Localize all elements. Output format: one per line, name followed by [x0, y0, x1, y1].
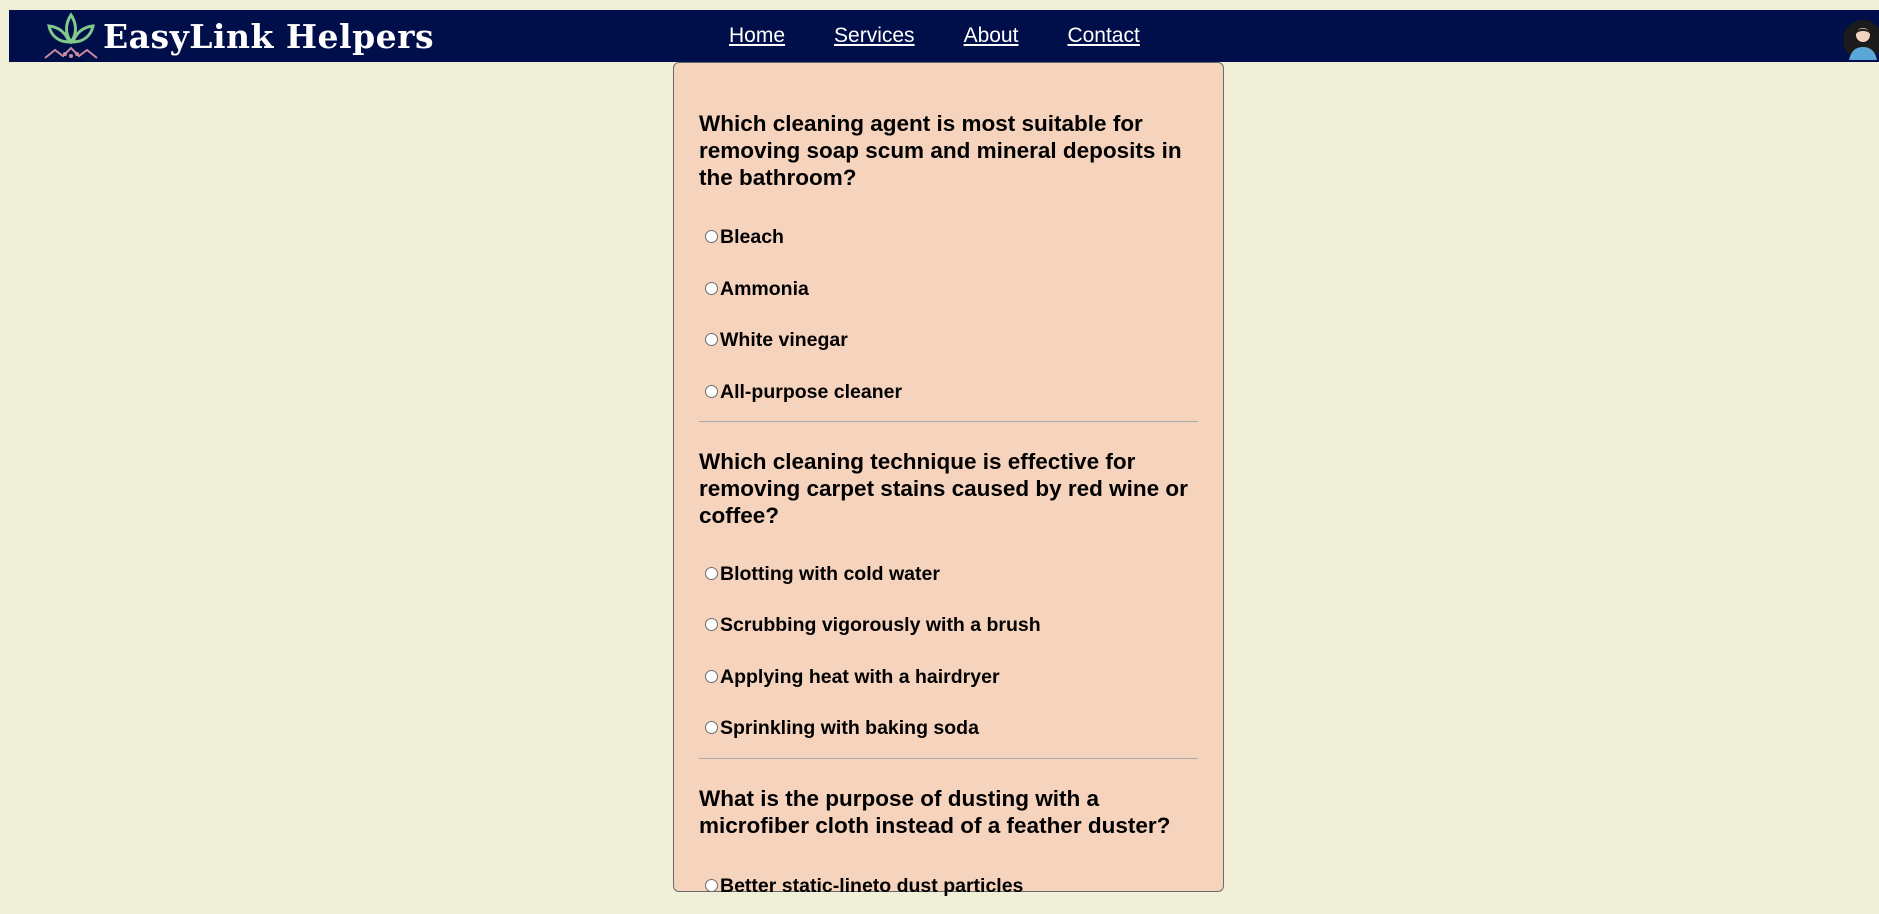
answer-option[interactable]: Ammonia — [699, 266, 1198, 318]
answer-option[interactable]: Scrubbing vigorously with a brush — [699, 602, 1198, 654]
answer-label: Applying heat with a hairdryer — [720, 665, 1000, 688]
radio-button[interactable] — [705, 669, 718, 683]
answer-option[interactable]: Sprinkling with baking soda — [699, 705, 1198, 757]
answer-label: Blotting with cold water — [720, 562, 940, 585]
radio-button[interactable] — [705, 721, 718, 735]
answer-label: Sprinkling with baking soda — [720, 717, 979, 740]
radio-button[interactable] — [705, 879, 718, 893]
answer-label: White vinegar — [720, 329, 848, 352]
radio-button[interactable] — [705, 618, 718, 632]
nav-about-link[interactable]: About — [964, 24, 1019, 48]
answer-label: All-purpose cleaner — [720, 381, 903, 404]
answer-label: Better static-lineto dust particles — [720, 875, 1024, 898]
lotus-leaf-icon — [44, 12, 98, 59]
answer-option[interactable]: Better static-lineto dust particles — [699, 863, 1198, 914]
brand-name: EasyLink Helpers — [103, 16, 435, 56]
nav-contact-link[interactable]: Contact — [1067, 24, 1139, 48]
radio-button[interactable] — [705, 333, 718, 347]
radio-button[interactable] — [705, 566, 718, 580]
answer-label: Bleach — [720, 226, 784, 249]
radio-button[interactable] — [705, 281, 718, 295]
brand[interactable]: EasyLink Helpers — [41, 10, 434, 62]
question-text: What is the purpose of dusting with a mi… — [699, 785, 1171, 838]
question-block: What is the purpose of dusting with a mi… — [699, 759, 1198, 914]
answer-option[interactable]: Bleach — [699, 214, 1198, 266]
radio-button[interactable] — [705, 230, 718, 244]
answer-option[interactable]: Blotting with cold water — [699, 550, 1198, 602]
answer-label: Scrubbing vigorously with a brush — [720, 614, 1041, 637]
question-text: Which cleaning agent is most suitable fo… — [699, 111, 1182, 190]
answer-option[interactable]: All-purpose cleaner — [699, 369, 1198, 421]
top-navbar: EasyLink Helpers Home Services About Con… — [9, 10, 1879, 62]
question-block: Which cleaning agent is most suitable fo… — [699, 63, 1198, 423]
answer-label: Ammonia — [720, 277, 809, 300]
answer-option[interactable]: White vinegar — [699, 317, 1198, 369]
answer-options: Blotting with cold water Scrubbing vigor… — [699, 550, 1198, 756]
user-avatar-icon[interactable] — [1843, 20, 1879, 60]
nav-home-link[interactable]: Home — [729, 24, 785, 48]
answer-options: Better static-lineto dust particles — [699, 863, 1198, 914]
quiz-card: Which cleaning agent is most suitable fo… — [673, 62, 1224, 897]
nav-services-link[interactable]: Services — [834, 24, 915, 48]
answer-options: Bleach Ammonia White vinegar All-purpose… — [699, 214, 1198, 420]
question-text: Which cleaning technique is effective fo… — [699, 449, 1188, 529]
question-block: Which cleaning technique is effective fo… — [699, 422, 1198, 759]
radio-button[interactable] — [705, 385, 718, 399]
answer-option[interactable]: Applying heat with a hairdryer — [699, 654, 1198, 706]
main-nav: Home Services About Contact — [729, 10, 1189, 62]
